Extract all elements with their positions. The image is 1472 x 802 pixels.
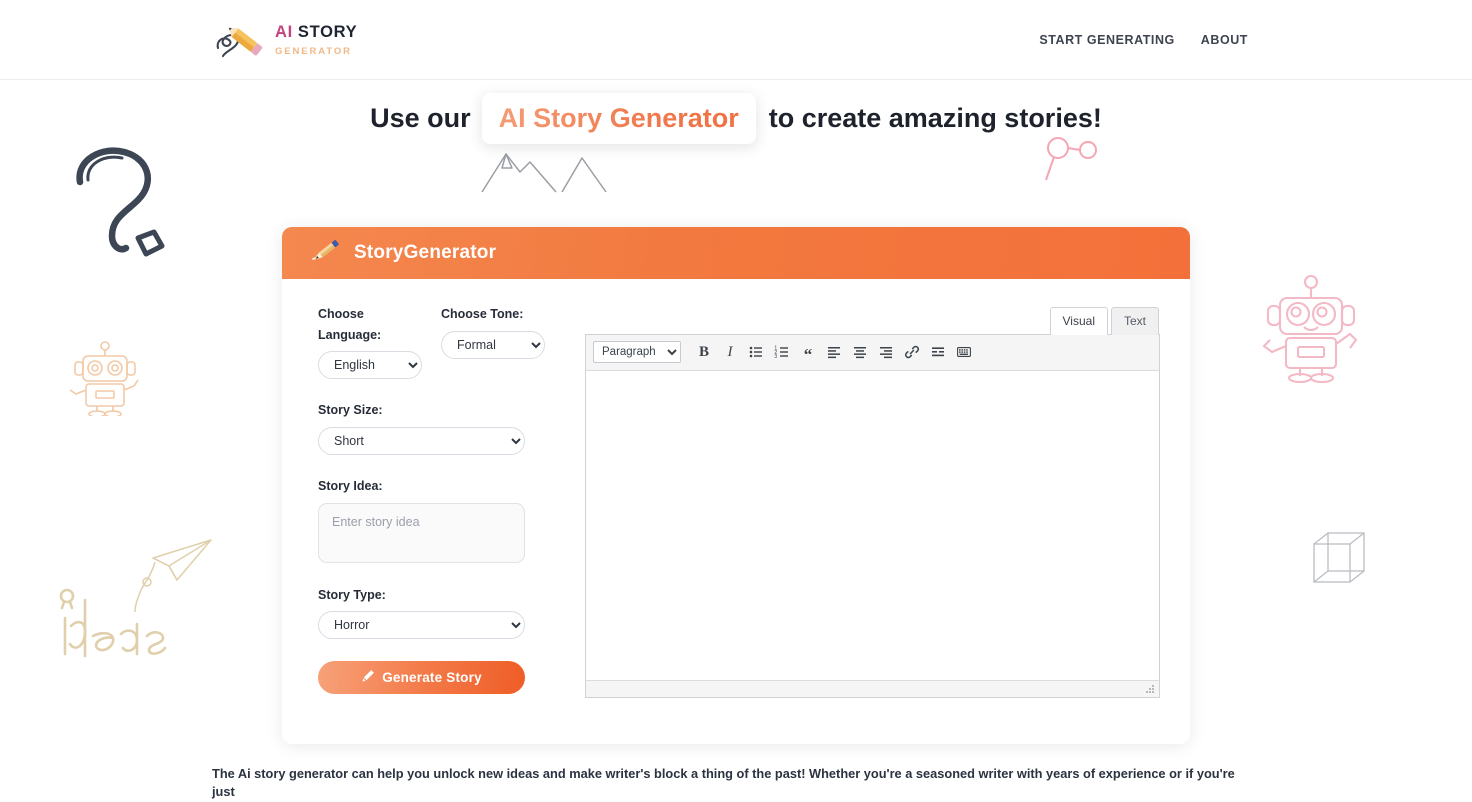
editor-resize-handle[interactable]: [1144, 683, 1156, 695]
pencil-icon: [361, 669, 375, 686]
language-label-line1: Choose: [318, 307, 364, 321]
ideas-handwriting-doodle: [55, 580, 175, 663]
bulleted-list-icon[interactable]: [744, 340, 768, 364]
nav-about[interactable]: ABOUT: [1199, 29, 1250, 51]
bold-icon[interactable]: B: [692, 340, 716, 364]
site-header: AI STORY GENERATOR START GENERATING ABOU…: [0, 0, 1472, 80]
brand-story-text: STORY: [298, 24, 357, 41]
read-more-icon[interactable]: [926, 340, 950, 364]
hero-post-text: to create amazing stories!: [757, 103, 1102, 134]
card-header: StoryGenerator: [282, 227, 1190, 279]
card-title: StoryGenerator: [354, 242, 496, 264]
story-size-select[interactable]: Short: [318, 427, 525, 455]
align-right-icon[interactable]: [874, 340, 898, 364]
main-navigation: START GENERATING ABOUT: [1037, 0, 1250, 80]
blockquote-icon[interactable]: “: [796, 340, 820, 364]
editor-toolbar: Paragraph B I: [586, 335, 1159, 371]
robot-doodle-right: [1258, 272, 1364, 391]
story-content-editor[interactable]: [586, 371, 1159, 675]
svg-text:3: 3: [774, 354, 777, 360]
story-size-field-group: Story Size: Short: [318, 400, 563, 455]
story-idea-input[interactable]: [318, 503, 525, 563]
hero-highlight-text: AI Story Generator: [481, 92, 757, 145]
hero-heading: Use our AI Story Generator to create ama…: [0, 94, 1472, 142]
robot-doodle-left: [66, 338, 144, 421]
align-left-icon[interactable]: [822, 340, 846, 364]
story-type-label: Story Type:: [318, 585, 563, 606]
brand-logo[interactable]: AI STORY GENERATOR: [212, 14, 357, 66]
editor-frame: Paragraph B I: [585, 334, 1160, 698]
pencil-scribble-logo-icon: [212, 14, 264, 66]
align-center-icon[interactable]: [848, 340, 872, 364]
toolbar-toggle-icon[interactable]: [952, 340, 976, 364]
editor-statusbar: [586, 680, 1159, 697]
brand-ai-text: AI: [275, 24, 293, 41]
generate-story-label: Generate Story: [382, 670, 482, 685]
story-size-label: Story Size:: [318, 400, 563, 421]
story-options-form: Choose Language: English Choose Tone: Fo…: [318, 304, 563, 698]
pencil-writing-icon: [311, 239, 341, 268]
tone-label: Choose Tone:: [441, 304, 545, 325]
story-generator-card: StoryGenerator Choose Language: English: [282, 227, 1190, 744]
paragraph-format-select[interactable]: Paragraph: [593, 341, 681, 363]
story-idea-field-group: Story Idea:: [318, 476, 563, 568]
numbered-list-icon[interactable]: 1 2 3: [770, 340, 794, 364]
language-label: Choose Language:: [318, 304, 422, 345]
card-body: Choose Language: English Choose Tone: Fo…: [282, 279, 1190, 744]
hero-pre-text: Use our: [370, 103, 481, 134]
story-type-select[interactable]: Horror: [318, 611, 525, 639]
question-mark-doodle: [68, 138, 172, 271]
tab-text[interactable]: Text: [1111, 307, 1159, 335]
story-type-field-group: Story Type: Horror: [318, 585, 563, 640]
language-field-group: Choose Language: English: [318, 304, 422, 379]
tone-field-group: Choose Tone: Formal: [441, 304, 545, 359]
wireframe-cube-doodle: [1312, 530, 1366, 591]
tone-select[interactable]: Formal: [441, 331, 545, 359]
italic-icon[interactable]: I: [718, 340, 742, 364]
generate-story-button[interactable]: Generate Story: [318, 661, 525, 694]
language-select[interactable]: English: [318, 351, 422, 379]
paper-airplane-doodle: [115, 532, 215, 629]
nav-start-generating[interactable]: START GENERATING: [1037, 29, 1176, 51]
editor-tabs: Visual Text: [585, 306, 1160, 334]
story-editor: Visual Text Paragraph B I: [585, 304, 1160, 698]
story-idea-label: Story Idea:: [318, 476, 563, 497]
language-label-line2: Language:: [318, 328, 381, 342]
tab-visual[interactable]: Visual: [1050, 307, 1108, 335]
intro-blurb: The Ai story generator can help you unlo…: [212, 765, 1260, 802]
brand-generator-text: GENERATOR: [275, 47, 357, 57]
insert-link-icon[interactable]: [900, 340, 924, 364]
